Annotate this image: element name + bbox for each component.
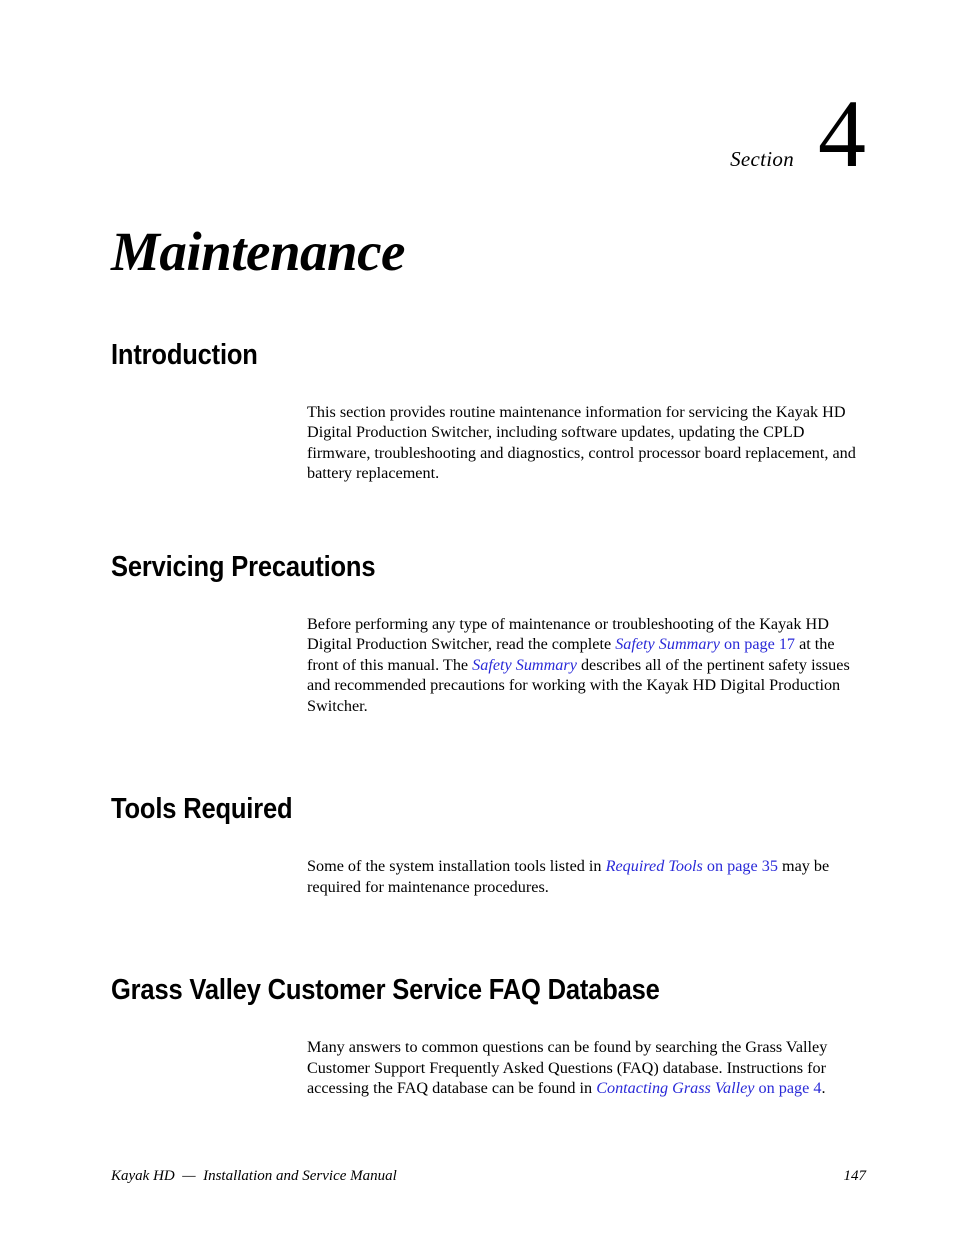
xref-safety-summary-1[interactable]: Safety Summary [615, 635, 720, 653]
page-footer: Kayak HD — Installation and Service Manu… [111, 1168, 866, 1185]
section-number: 4 [818, 80, 866, 187]
document-page: Section 4 Maintenance Introduction This … [0, 0, 954, 1235]
section-servicing-precautions: Servicing Precautions Before performing … [0, 550, 954, 717]
section-faq-database: Grass Valley Customer Service FAQ Databa… [0, 974, 954, 1099]
xref-required-tools[interactable]: Required Tools [606, 857, 703, 875]
paragraph-text-segment: . [821, 1079, 826, 1098]
heading-servicing-precautions: Servicing Precautions [111, 550, 376, 583]
heading-tools-required: Tools Required [111, 793, 293, 826]
paragraph-tools-required: Some of the system installation tools li… [307, 856, 869, 897]
section-marker: Section 4 [730, 86, 866, 182]
section-label: Section [730, 147, 794, 171]
heading-faq-database: Grass Valley Customer Service FAQ Databa… [111, 974, 660, 1007]
footer-manual-title: Kayak HD — Installation and Service Manu… [111, 1168, 397, 1184]
page-title: Maintenance [111, 221, 405, 282]
section-introduction: Introduction This section provides routi… [0, 339, 954, 484]
content-column: Introduction This section provides routi… [0, 339, 954, 1099]
xref-contacting-grass-valley-page[interactable]: on page 4 [754, 1079, 822, 1097]
xref-contacting-grass-valley[interactable]: Contacting Grass Valley [596, 1079, 754, 1097]
xref-safety-summary-1-page[interactable]: on page 17 [720, 635, 795, 653]
xref-safety-summary-2[interactable]: Safety Summary [472, 656, 577, 674]
xref-required-tools-page[interactable]: on page 35 [703, 857, 778, 875]
footer-page-number: 147 [843, 1168, 867, 1184]
paragraph-faq-database: Many answers to common questions can be … [307, 1037, 869, 1099]
paragraph-text-segment: Some of the system installation tools li… [307, 857, 606, 876]
paragraph-servicing-precautions: Before performing any type of maintenanc… [307, 614, 869, 717]
heading-introduction: Introduction [111, 339, 258, 371]
paragraph-introduction: This section provides routine maintenanc… [307, 402, 856, 483]
section-tools-required: Tools Required Some of the system instal… [0, 793, 954, 897]
